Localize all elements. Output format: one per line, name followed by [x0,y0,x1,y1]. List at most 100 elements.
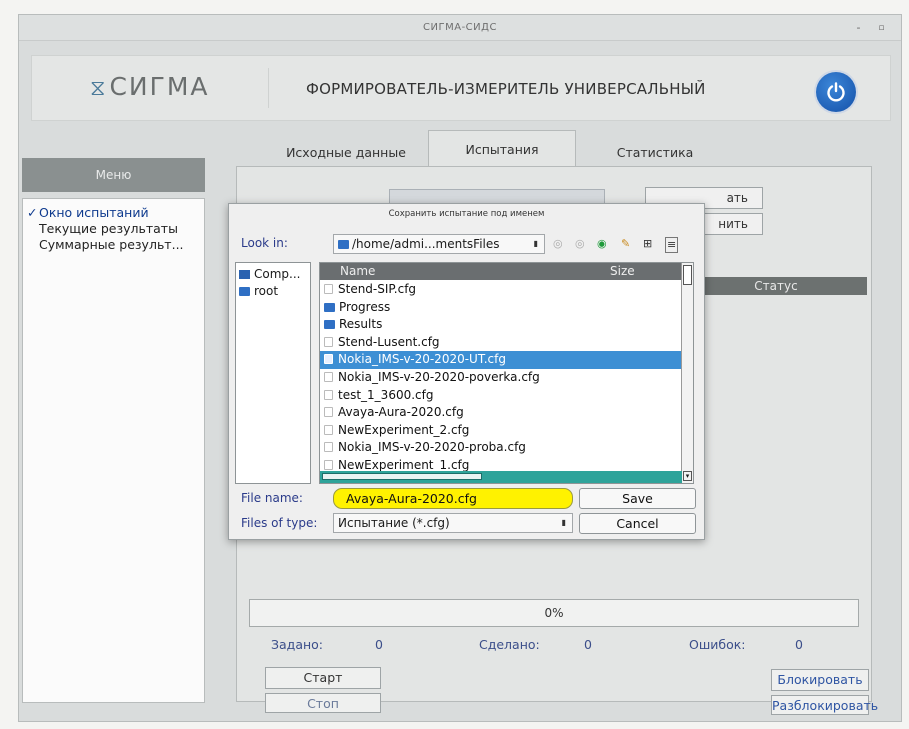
power-icon [827,82,845,102]
file-row[interactable]: Nokia_IMS-v-20-2020-poverka.cfg [320,369,682,387]
unblock-button[interactable]: Разблокировать [771,695,878,715]
file-list-header: Name Size [320,263,682,280]
file-name: NewExperiment_1.cfg [338,457,470,472]
forward-icon[interactable]: ◎ [575,237,585,251]
new-folder-icon[interactable]: ✎ [621,237,630,251]
close-icon[interactable]: ▫ [878,15,885,41]
done-value: 0 [584,637,592,652]
app-header: ⧖СИГМА ФОРМИРОВАТЕЛЬ-ИЗМЕРИТЕЛЬ УНИВЕРСА… [31,55,891,121]
file-icon [324,284,333,294]
dialog-title: Сохранить испытание под именем [388,209,545,219]
menu-item-label: Текущие результаты [39,221,178,236]
look-in-label: Look in: [241,236,288,250]
file-row[interactable]: Stend-SIP.cfg [320,281,682,299]
menu-header: Меню [22,158,205,192]
logo-text: СИГМА [109,72,210,101]
dropdown-arrow-icon: ▮ [533,239,538,248]
file-name: Progress [339,299,391,314]
menu-item-summary-results[interactable]: Суммарные результ... [27,237,200,253]
progress-text: 0% [544,606,564,620]
folder-icon [338,240,349,249]
list-view-icon[interactable]: ⊞ [643,237,652,251]
file-icon [324,442,333,453]
file-row[interactable]: NewExperiment_2.cfg [320,422,682,440]
check-icon: ✓ [27,205,38,220]
page-title: ФОРМИРОВАТЕЛЬ-ИЗМЕРИТЕЛЬ УНИВЕРСАЛЬНЫЙ [306,80,706,98]
menu-item-label: Окно испытаний [39,205,149,220]
logo: ⧖СИГМА [90,72,210,101]
files-of-type-combo[interactable]: Испытание (*.cfg) ▮ [333,513,573,533]
vertical-scrollbar[interactable]: ▾ [681,263,693,483]
title-bar: СИГМА-СИДС - ▫ [19,15,901,41]
save-dialog: Сохранить испытание под именем Look in: … [228,203,705,540]
file-icon [324,389,333,400]
power-button[interactable] [816,72,856,112]
file-name: Nokia_IMS-v-20-2020-proba.cfg [338,440,526,455]
tab-tests[interactable]: Испытания [428,130,576,166]
file-row[interactable]: Avaya-Aura-2020.cfg [320,404,682,422]
file-name: Stend-Lusent.cfg [338,334,440,349]
menu-item-label: Суммарные результ... [39,237,184,252]
file-icon [324,354,333,365]
file-name: Avaya-Aura-2020.cfg [338,405,464,420]
file-name: Results [339,317,383,332]
file-row[interactable]: Nokia_IMS-v-20-2020-UT.cfg [320,351,682,369]
folder-icon [239,287,250,296]
file-icon [324,459,333,470]
stop-button[interactable]: Стоп [265,693,381,713]
file-name-input[interactable]: Avaya-Aura-2020.cfg [333,488,573,509]
files-of-type-value: Испытание (*.cfg) [338,516,450,530]
horizontal-scrollbar[interactable] [320,471,682,483]
file-icon [324,336,333,347]
computer-icon [239,270,250,279]
file-row[interactable]: Progress [320,299,682,317]
file-name: Stend-SIP.cfg [338,282,417,296]
progress-bar: 0% [249,599,859,627]
parent-dir-icon[interactable]: ◉ [597,237,607,251]
file-row[interactable]: test_1_3600.cfg [320,387,682,405]
file-row[interactable]: Results [320,316,682,334]
size-column-header[interactable]: Size [610,263,635,280]
tab-statistics[interactable]: Статистика [576,138,734,166]
folder-icon [324,302,335,312]
tab-source-data[interactable]: Исходные данные [262,138,430,166]
look-in-path: /home/admi...mentsFiles [352,237,500,251]
menu-list: ✓ Окно испытаний Текущие результаты Сумма… [22,198,205,703]
assigned-value: 0 [375,637,383,652]
files-of-type-label: Files of type: [241,516,318,530]
header-divider [268,68,269,108]
file-name-label: File name: [241,491,303,505]
hourglass-icon: ⧖ [90,76,108,101]
file-name: Nokia_IMS-v-20-2020-UT.cfg [338,352,506,367]
block-button[interactable]: Блокировать [771,669,869,691]
done-label: Сделано: [479,637,540,652]
cancel-button[interactable]: Cancel [579,513,696,534]
minimize-icon[interactable]: - [857,15,861,41]
look-in-combo[interactable]: /home/admi...mentsFiles ▮ [333,234,545,254]
detail-view-icon[interactable]: ≡ [665,237,679,253]
menu-item-test-window[interactable]: ✓ Окно испытаний [27,205,200,221]
errors-label: Ошибок: [689,637,746,652]
start-button[interactable]: Старт [265,667,381,689]
file-row[interactable]: Stend-Lusent.cfg [320,334,682,352]
menu-item-current-results[interactable]: Текущие результаты [27,221,200,237]
dropdown-arrow-icon: ▮ [561,518,566,527]
file-name: NewExperiment_2.cfg [338,422,470,437]
file-row[interactable]: Nokia_IMS-v-20-2020-proba.cfg [320,439,682,457]
name-column-header[interactable]: Name [340,263,375,280]
status-column-header: Статус [685,277,867,295]
file-icon [324,407,333,418]
errors-value: 0 [795,637,803,652]
save-button[interactable]: Save [579,488,696,509]
back-icon[interactable]: ◎ [553,237,563,251]
file-name: Nokia_IMS-v-20-2020-poverka.cfg [338,369,540,384]
file-icon [324,371,333,382]
folder-icon [324,320,335,330]
file-rows: Stend-SIP.cfg Progress Results Stend-Lusent… [320,281,682,475]
places-pane: Comp... root [235,262,311,484]
window-title: СИГМА-СИДС [423,22,497,33]
sidebar-item-root[interactable]: root [239,283,307,300]
file-list: Name Size Stend-SIP.cfg Progress Results St… [319,262,694,484]
file-name: test_1_3600.cfg [338,387,434,402]
sidebar-item-computer[interactable]: Comp... [239,266,307,283]
